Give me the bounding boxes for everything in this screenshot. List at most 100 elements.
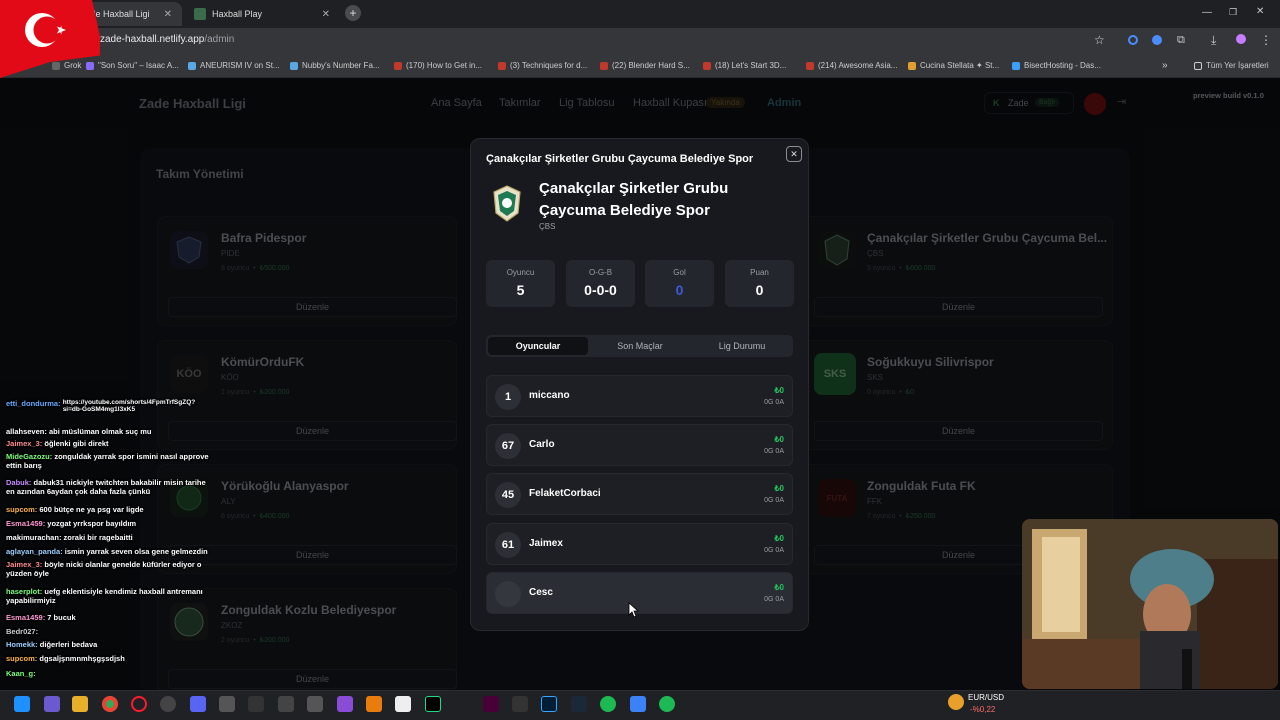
bookmark-label: Tüm Yer İşaretleri: [1206, 61, 1269, 70]
stat-players: Oyuncu 5: [486, 260, 555, 307]
bookmarks-overflow-icon[interactable]: »: [1162, 60, 1168, 71]
player-record: 0G 0A: [764, 547, 784, 554]
app-icon[interactable]: [512, 696, 528, 712]
tab-players[interactable]: Oyuncular: [488, 337, 588, 355]
player-record: 0G 0A: [764, 497, 784, 504]
close-modal-icon[interactable]: ✕: [786, 146, 802, 162]
player-value: ₺0: [774, 583, 784, 592]
jersey-number: 45: [495, 482, 521, 508]
modal-header-title: Çanakçılar Şirketler Grubu Çaycuma Beled…: [486, 153, 754, 165]
discord-icon[interactable]: [190, 696, 206, 712]
stat-label: Puan: [750, 268, 769, 277]
chat-message: Jaimex_3: öğlenki gibi direkt: [6, 439, 109, 448]
app-icon[interactable]: [395, 696, 411, 712]
player-name: Carlo: [529, 439, 555, 450]
close-tab-icon[interactable]: ✕: [322, 9, 330, 20]
tab-recent-matches[interactable]: Son Maçlar: [590, 337, 690, 355]
new-tab-plus-icon[interactable]: +: [345, 5, 361, 21]
player-record: 0G 0A: [764, 399, 784, 406]
spotify-icon[interactable]: [600, 696, 616, 712]
modal-team-abbr: ÇBS: [539, 222, 556, 231]
bookmark-item[interactable]: (18) Let's Start 3D...: [703, 61, 786, 70]
close-window-icon[interactable]: ✕: [1256, 6, 1264, 17]
url-field[interactable]: zade-haxball.netlify.app/admin: [100, 34, 234, 45]
file-explorer-icon[interactable]: [72, 696, 88, 712]
opera-icon[interactable]: [131, 696, 147, 712]
bookmark-star-icon[interactable]: ☆: [1094, 33, 1105, 47]
chat-message: Homekk: diğerleri bedava: [6, 640, 98, 649]
chat-message: supcom: 600 bütçe ne ya psg var ligde: [6, 505, 144, 514]
bookmark-label: (18) Let's Start 3D...: [715, 61, 787, 70]
player-row[interactable]: 67 Carlo ₺0 0G 0A: [486, 424, 793, 466]
profile-icon[interactable]: [1236, 34, 1246, 44]
chat-message: Esma1459: yozgat yrrkspor bayıldım: [6, 519, 137, 528]
player-value: ₺0: [774, 484, 784, 493]
bookmark-item[interactable]: (3) Techniques for d...: [498, 61, 587, 70]
team-crest-icon: [492, 185, 522, 228]
github-icon[interactable]: [278, 696, 294, 712]
player-row[interactable]: 61 Jaimex ₺0 0G 0A: [486, 523, 793, 565]
stat-goals: Gol 0: [645, 260, 714, 307]
browser-tab-haxball[interactable]: Haxball Play ✕: [184, 2, 340, 26]
close-tab-icon[interactable]: ✕: [164, 9, 172, 20]
player-row[interactable]: 1 miccano ₺0 0G 0A: [486, 375, 793, 417]
bookmark-item[interactable]: (22) Blender Hard S...: [600, 61, 690, 70]
bookmark-item[interactable]: Cucina Stellata ✦ St...: [908, 61, 999, 70]
bookmark-label: (170) How to Get in...: [406, 61, 483, 70]
bookmark-item[interactable]: (170) How to Get in...: [394, 61, 482, 70]
player-value: ₺0: [774, 435, 784, 444]
player-value: ₺0: [774, 386, 784, 395]
bookmark-item[interactable]: (214) Awesome Asia...: [806, 61, 897, 70]
unreal-icon[interactable]: [248, 696, 264, 712]
player-name: FelaketCorbaci: [529, 488, 601, 499]
bookmark-item[interactable]: ANEURISM IV on St...: [188, 61, 280, 70]
minimize-icon[interactable]: —: [1202, 7, 1212, 18]
fresco-icon[interactable]: [483, 696, 499, 712]
stock-widget-icon[interactable]: [948, 694, 964, 710]
chat-message: supcom: dgsaljşnmnmhşgşsdjsh: [6, 654, 125, 663]
app-icon[interactable]: [219, 696, 235, 712]
player-row[interactable]: 45 FelaketCorbaci ₺0 0G 0A: [486, 473, 793, 515]
all-bookmarks-folder[interactable]: Tüm Yer İşaretleri: [1194, 61, 1269, 70]
bookmark-item[interactable]: BisectHosting - Das...: [1012, 61, 1101, 70]
chrome-icon[interactable]: [102, 696, 118, 712]
chat-message: MideGazozu: zonguldak yarrak spor ismini…: [6, 452, 209, 470]
chat-message: makimurachan: zoraki bir ragebaitti: [6, 533, 133, 542]
jersey-number: 67: [495, 433, 521, 459]
menu-kebab-icon[interactable]: ⋮: [1260, 33, 1272, 47]
player-value: ₺0: [774, 534, 784, 543]
unity-icon[interactable]: [307, 696, 323, 712]
stat-value: 0: [675, 282, 684, 298]
bookmark-label: ANEURISM IV on St...: [200, 61, 280, 70]
stat-points: Puan 0: [725, 260, 794, 307]
visual-studio-icon[interactable]: [337, 696, 353, 712]
jersey-number: 61: [495, 532, 521, 558]
chat-message: haserplot: uefg eklentisiyle kendimiz ha…: [6, 587, 203, 605]
webcam-overlay: [1022, 519, 1278, 689]
jersey-number: [495, 581, 521, 607]
bookmark-item[interactable]: Nubby's Number Fa...: [290, 61, 380, 70]
photoshop-icon[interactable]: [541, 696, 557, 712]
chat-message: Bedr027:: [6, 627, 39, 636]
stat-label: Gol: [673, 268, 686, 277]
bookmark-label: (3) Techniques for d...: [510, 61, 588, 70]
steam-icon[interactable]: [571, 696, 587, 712]
tab-league-standing[interactable]: Lig Durumu: [692, 337, 792, 355]
url-path: /admin: [204, 34, 235, 45]
extensions-puzzle-icon[interactable]: ⧉: [1177, 34, 1185, 47]
windows-start-icon[interactable]: [14, 696, 30, 712]
chat-message: allahseven: abi müslüman olmak suç mu: [6, 427, 152, 436]
player-name: miccano: [529, 390, 570, 401]
spotify-icon[interactable]: [659, 696, 675, 712]
bookmark-label: Nubby's Number Fa...: [302, 61, 380, 70]
download-icon[interactable]: ⤓: [1211, 33, 1216, 48]
extension-icon[interactable]: [1152, 35, 1162, 45]
stat-value: 5: [516, 282, 525, 298]
app-icon[interactable]: [630, 696, 646, 712]
pycharm-icon[interactable]: [425, 696, 441, 712]
widget-icon[interactable]: [44, 696, 60, 712]
extension-icon[interactable]: [1128, 35, 1138, 45]
maximize-icon[interactable]: ❐: [1229, 7, 1237, 18]
blender-icon[interactable]: [366, 696, 382, 712]
app-icon[interactable]: [160, 696, 176, 712]
